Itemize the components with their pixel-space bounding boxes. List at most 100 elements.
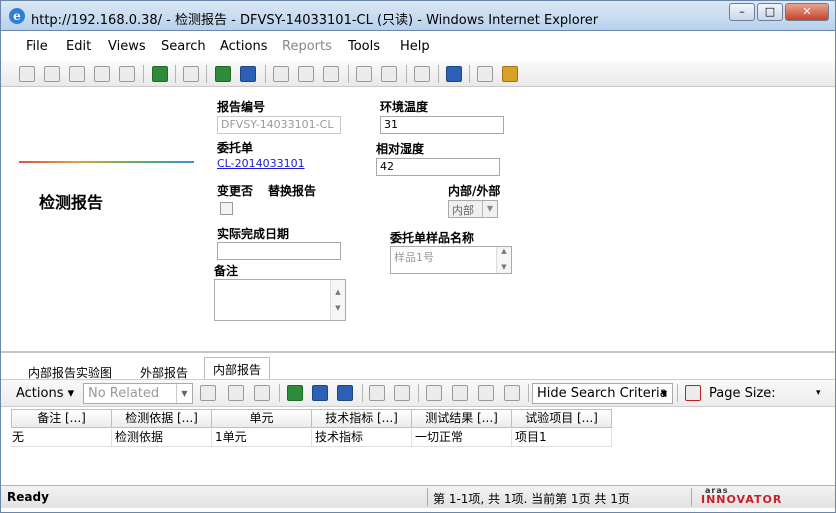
menu-reports[interactable]: Reports: [282, 39, 332, 54]
sample-name-field[interactable]: 样品1号 ▲ ▼: [390, 246, 512, 274]
main-toolbar: [1, 61, 835, 87]
sample-name-scrollbar[interactable]: ▲ ▼: [496, 247, 511, 273]
column-header[interactable]: 试验项目 [...]: [512, 409, 612, 428]
maximize-button[interactable]: □: [757, 3, 783, 21]
toolbar-separator: [406, 65, 407, 83]
commission-link[interactable]: CL-2014033101: [217, 157, 305, 170]
undo-icon[interactable]: [323, 66, 339, 82]
chevron-down-icon: ▼: [482, 201, 497, 217]
save-icon[interactable]: [94, 66, 110, 82]
internal-external-select[interactable]: 内部 ▼: [448, 200, 498, 218]
new-icon[interactable]: [19, 66, 35, 82]
pick-item-icon[interactable]: [228, 385, 244, 401]
status-text: Ready: [7, 490, 49, 504]
toolbar-separator: [677, 384, 678, 402]
remark-scrollbar[interactable]: ▲ ▼: [330, 280, 345, 320]
logo-bottom-text: INNOVATOR: [701, 493, 783, 506]
help-icon[interactable]: [446, 66, 462, 82]
exit-icon[interactable]: [502, 66, 518, 82]
unlock-icon[interactable]: [298, 66, 314, 82]
close-button[interactable]: ✕: [785, 3, 829, 21]
internal-external-label: 内部/外部: [448, 184, 501, 198]
tab-internal-report-images[interactable]: 内部报告实验图: [19, 360, 121, 380]
filter-icon[interactable]: [685, 385, 701, 401]
structure-icon[interactable]: [414, 66, 430, 82]
actual-date-label: 实际完成日期: [217, 227, 290, 241]
status-bar: Ready 第 1-1项, 共 1项. 当前第 1页 共 1页 aras INN…: [1, 485, 835, 508]
toolbar-overflow-icon[interactable]: ▾: [816, 388, 821, 398]
new-relationship-icon[interactable]: [200, 385, 216, 401]
delete-icon[interactable]: [119, 66, 135, 82]
humidity-field[interactable]: 42: [376, 158, 500, 176]
toolbar-separator: [438, 65, 439, 83]
toolbar-separator: [362, 384, 363, 402]
relationship-toolbar: Actions ▾ No Related ▼ Hide Search Crite…: [1, 379, 835, 407]
window-titlebar: e http://192.168.0.38/ - 检测报告 - DFVSY-14…: [0, 0, 836, 30]
run-search-icon[interactable]: [504, 385, 520, 401]
replace-report-label: 替换报告: [268, 184, 317, 198]
table-cell: 项目1: [512, 429, 612, 447]
toolbar-separator: [469, 65, 470, 83]
column-header[interactable]: 备注 [...]: [11, 409, 112, 428]
toolbar-separator: [175, 65, 176, 83]
toolbar-separator: [265, 65, 266, 83]
table-row[interactable]: 无 检测依据 1单元 技术指标 一切正常 项目1: [11, 429, 612, 447]
promote-icon[interactable]: [426, 385, 442, 401]
menu-help[interactable]: Help: [400, 39, 430, 54]
column-header[interactable]: 单元: [212, 409, 312, 428]
menu-views[interactable]: Views: [108, 39, 146, 54]
tab-internal-report[interactable]: 内部报告: [204, 357, 271, 381]
toolbar-separator: [348, 65, 349, 83]
back-icon[interactable]: [477, 66, 493, 82]
hide-search-criteria-select[interactable]: Hide Search Criteria ▼: [532, 383, 673, 404]
commission-label: 委托单: [217, 141, 254, 155]
open-folder-icon[interactable]: [69, 66, 85, 82]
window-title: http://192.168.0.38/ - 检测报告 - DFVSY-1403…: [31, 13, 599, 28]
word-export-icon[interactable]: [312, 385, 328, 401]
tab-external-report[interactable]: 外部报告: [131, 360, 197, 380]
item-form: 检测报告 报告编号 DFVSY-14033101-CL 环境温度 31 委托单 …: [1, 89, 835, 351]
menu-actions[interactable]: Actions: [220, 39, 268, 54]
word-export-all-icon[interactable]: [337, 385, 353, 401]
related-select-value: No Related: [88, 386, 160, 401]
lock-icon[interactable]: [273, 66, 289, 82]
change-checkbox[interactable]: [220, 202, 233, 215]
refresh-icon[interactable]: [152, 66, 168, 82]
search-icon[interactable]: [452, 385, 468, 401]
menu-file[interactable]: File: [26, 39, 48, 54]
remark-field[interactable]: ▲ ▼: [214, 279, 346, 321]
print-icon[interactable]: [183, 66, 199, 82]
actual-date-field[interactable]: [217, 242, 341, 260]
menu-edit[interactable]: Edit: [66, 39, 91, 54]
clear-search-icon[interactable]: [478, 385, 494, 401]
promote-icon[interactable]: [356, 66, 372, 82]
word-export-icon[interactable]: [240, 66, 256, 82]
column-header[interactable]: 技术指标 [...]: [312, 409, 412, 428]
table-cell: 技术指标: [312, 429, 412, 447]
related-select[interactable]: No Related ▼: [83, 383, 193, 404]
page-title: 检测报告: [39, 193, 104, 212]
delete-relationship-icon[interactable]: [254, 385, 270, 401]
minimize-button[interactable]: –: [729, 3, 755, 21]
toolbar-separator: [528, 384, 529, 402]
menu-search[interactable]: Search: [161, 39, 206, 54]
preview-icon[interactable]: [44, 66, 60, 82]
report-no-field[interactable]: DFVSY-14033101-CL: [217, 116, 341, 134]
actions-menu[interactable]: Actions ▾: [16, 386, 74, 401]
table-cell: 1单元: [212, 429, 312, 447]
column-header[interactable]: 检测依据 [...]: [112, 409, 212, 428]
sample-name-label: 委托单样品名称: [390, 231, 475, 245]
excel-export-icon[interactable]: [287, 385, 303, 401]
unlock-icon[interactable]: [394, 385, 410, 401]
report-no-label: 报告编号: [217, 100, 266, 114]
where-used-icon[interactable]: [381, 66, 397, 82]
env-temp-field[interactable]: 31: [380, 116, 504, 134]
status-separator: [427, 488, 428, 506]
status-separator: [691, 488, 692, 506]
chevron-down-icon: ▼: [660, 389, 668, 398]
menu-tools[interactable]: Tools: [348, 39, 380, 54]
column-header[interactable]: 测试结果 [...]: [412, 409, 512, 428]
excel-export-icon[interactable]: [215, 66, 231, 82]
browser-content: File Edit Views Search Actions Reports T…: [0, 30, 836, 513]
lock-icon[interactable]: [369, 385, 385, 401]
